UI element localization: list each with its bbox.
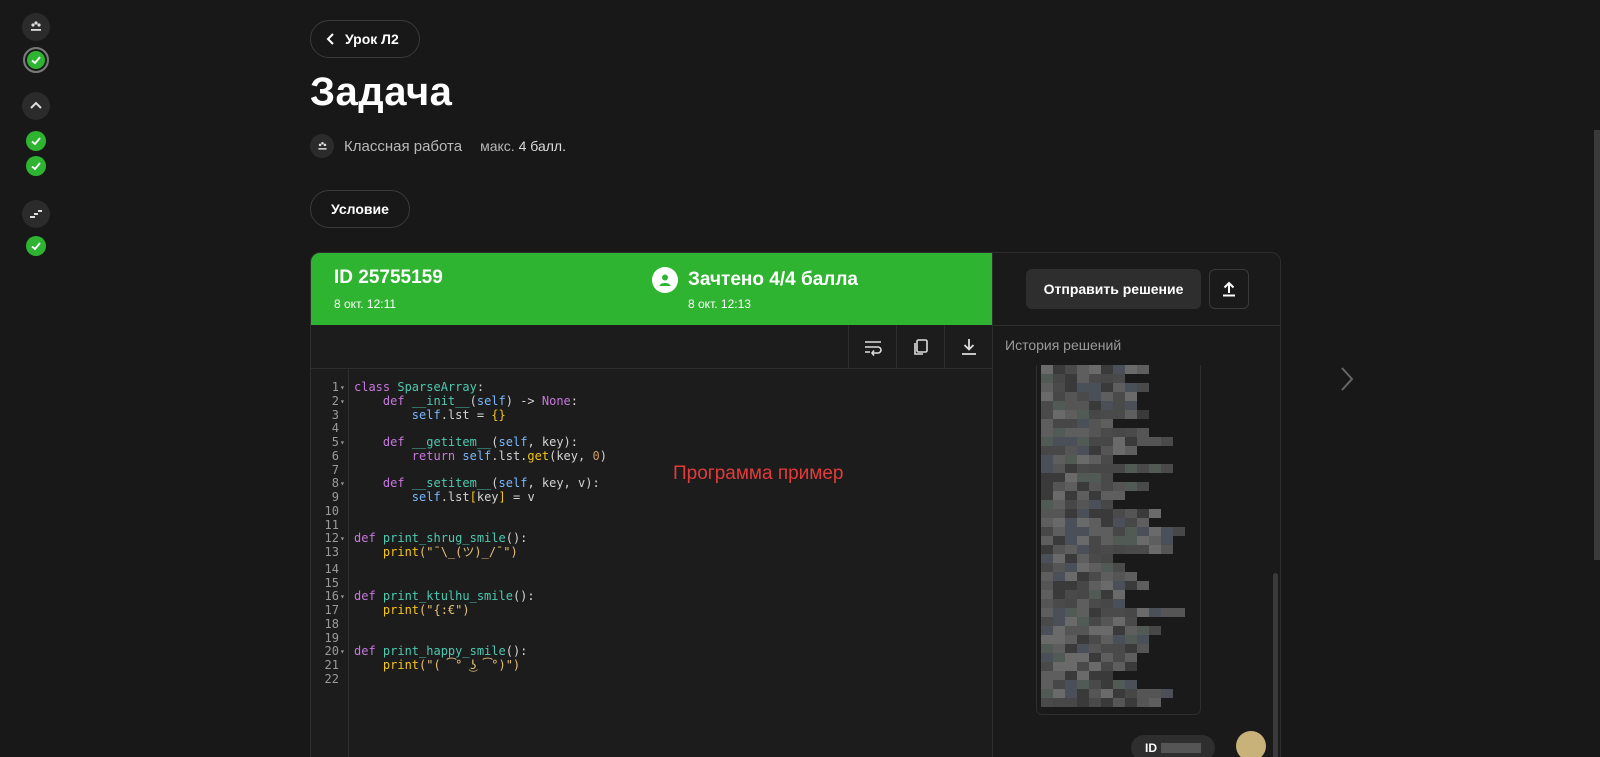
fold-toggle-icon[interactable]: ▾ <box>340 477 345 491</box>
line-number: 12 <box>324 531 339 546</box>
submission-card: ID 25755159 8 окт. 12:11 Зачтено 4/4 бал… <box>310 252 1281 757</box>
fold-toggle-icon[interactable]: ▾ <box>340 381 345 395</box>
line-number: 14 <box>324 561 339 576</box>
chevron-right-icon <box>1341 367 1354 391</box>
back-button-label: Урок Л2 <box>345 31 399 47</box>
page-scrollbar[interactable] <box>1594 130 1600 560</box>
classwork-icon <box>310 134 334 158</box>
line-number: 21 <box>324 658 339 672</box>
code-text: def print_ktulhu_smile(): <box>354 589 535 604</box>
code-text: class SparseArray: <box>354 380 485 394</box>
verdict-text: Зачтено 4/4 балла <box>688 269 858 290</box>
editor-toolbar <box>311 325 992 369</box>
user-icon <box>652 267 678 293</box>
check-icon[interactable] <box>23 47 49 73</box>
check-icon[interactable] <box>26 236 46 256</box>
code-text: print("{:€") <box>382 603 470 617</box>
task-type-label: Классная работа <box>344 137 463 155</box>
line-number: 8 <box>331 476 339 491</box>
fold-toggle-icon[interactable]: ▾ <box>340 395 345 409</box>
line-number: 10 <box>324 503 339 518</box>
line-number: 11 <box>324 517 339 532</box>
code-text: def __getitem__(self, key): <box>382 435 579 449</box>
fold-toggle-icon[interactable]: ▾ <box>340 436 345 450</box>
line-number: 22 <box>324 671 339 686</box>
avatar[interactable] <box>1236 731 1266 757</box>
max-score: макс. 4 балл. <box>480 138 566 154</box>
line-number: 7 <box>331 462 339 477</box>
left-rail <box>0 0 72 757</box>
check-icon[interactable] <box>26 131 46 151</box>
course-steps-icon[interactable] <box>22 200 50 228</box>
line-number: 13 <box>324 545 339 559</box>
code-editor[interactable]: 1 ▾ class SparseArray: 2 ▾ def __init__(self… <box>311 325 992 757</box>
code-text: def print_happy_smile(): <box>354 644 528 659</box>
task-meta: Классная работа макс. 4 балл. <box>310 134 566 158</box>
history-title: История решений <box>1005 337 1122 353</box>
line-number: 18 <box>324 616 339 631</box>
upload-icon <box>1223 281 1235 297</box>
tab-condition[interactable]: Условие <box>310 190 410 228</box>
line-number: 9 <box>331 490 339 504</box>
copy-button[interactable] <box>896 325 944 369</box>
divider <box>993 325 1280 326</box>
fold-toggle-icon[interactable]: ▾ <box>340 590 345 604</box>
back-to-lesson-button[interactable]: Урок Л2 <box>310 20 420 58</box>
download-icon <box>961 339 976 355</box>
line-number: 16 <box>324 589 339 604</box>
verdict: Зачтено 4/4 балла <box>652 267 858 293</box>
chevron-left-icon <box>326 33 334 45</box>
verdict-date: 8 окт. 12:13 <box>688 297 751 311</box>
wrap-lines-button[interactable] <box>848 325 896 369</box>
code-text: def __setitem__(self, key, v): <box>382 476 600 491</box>
submission-date: 8 окт. 12:11 <box>334 297 397 311</box>
code-text: return self.lst.get(key, 0) <box>411 448 607 463</box>
line-number: 15 <box>324 575 339 590</box>
code-text: self.lst = {} <box>411 407 506 422</box>
code-text: def print_shrug_smile(): <box>354 531 528 546</box>
next-task-button[interactable] <box>1340 366 1354 397</box>
history-id-pill[interactable]: ID <box>1131 735 1215 757</box>
submission-status-bar: ID 25755159 8 окт. 12:11 Зачтено 4/4 бал… <box>311 253 992 325</box>
submission-id: ID 25755159 <box>334 267 443 288</box>
line-number: 20 <box>324 644 339 659</box>
download-button[interactable] <box>944 325 992 369</box>
copy-icon <box>913 339 928 355</box>
line-number: 1 <box>331 380 339 394</box>
line-number: 5 <box>331 435 339 449</box>
wrap-lines-icon <box>864 341 882 356</box>
line-number: 4 <box>331 421 339 436</box>
code-text: print("¯\_(ツ)_/¯") <box>382 545 518 559</box>
course-icon[interactable] <box>22 13 50 41</box>
line-number: 2 <box>331 393 339 408</box>
history-list-blurred[interactable] <box>1036 365 1201 715</box>
send-solution-button[interactable]: Отправить решение <box>1026 269 1201 309</box>
code-text: self.lst[key] = v <box>411 490 535 504</box>
fold-toggle-icon[interactable]: ▾ <box>340 645 345 659</box>
fold-toggle-icon[interactable]: ▾ <box>340 532 345 546</box>
check-icon[interactable] <box>26 156 46 176</box>
line-number: 3 <box>331 407 339 422</box>
upload-button[interactable] <box>1209 269 1249 309</box>
history-scrollbar[interactable] <box>1273 573 1278 757</box>
code-text: print("( ͡° ͜ʖ ͡°)") <box>382 658 521 672</box>
line-number: 19 <box>324 630 339 645</box>
line-number: 6 <box>331 448 339 463</box>
code-text: def __init__(self) -> None: <box>382 393 579 408</box>
line-number: 17 <box>324 603 339 617</box>
course-up-icon[interactable] <box>22 92 50 120</box>
solution-panel: Отправить решение История решений ID <box>992 253 1280 757</box>
page-title: Задача <box>310 70 453 114</box>
example-note: Программа пример <box>673 463 844 484</box>
